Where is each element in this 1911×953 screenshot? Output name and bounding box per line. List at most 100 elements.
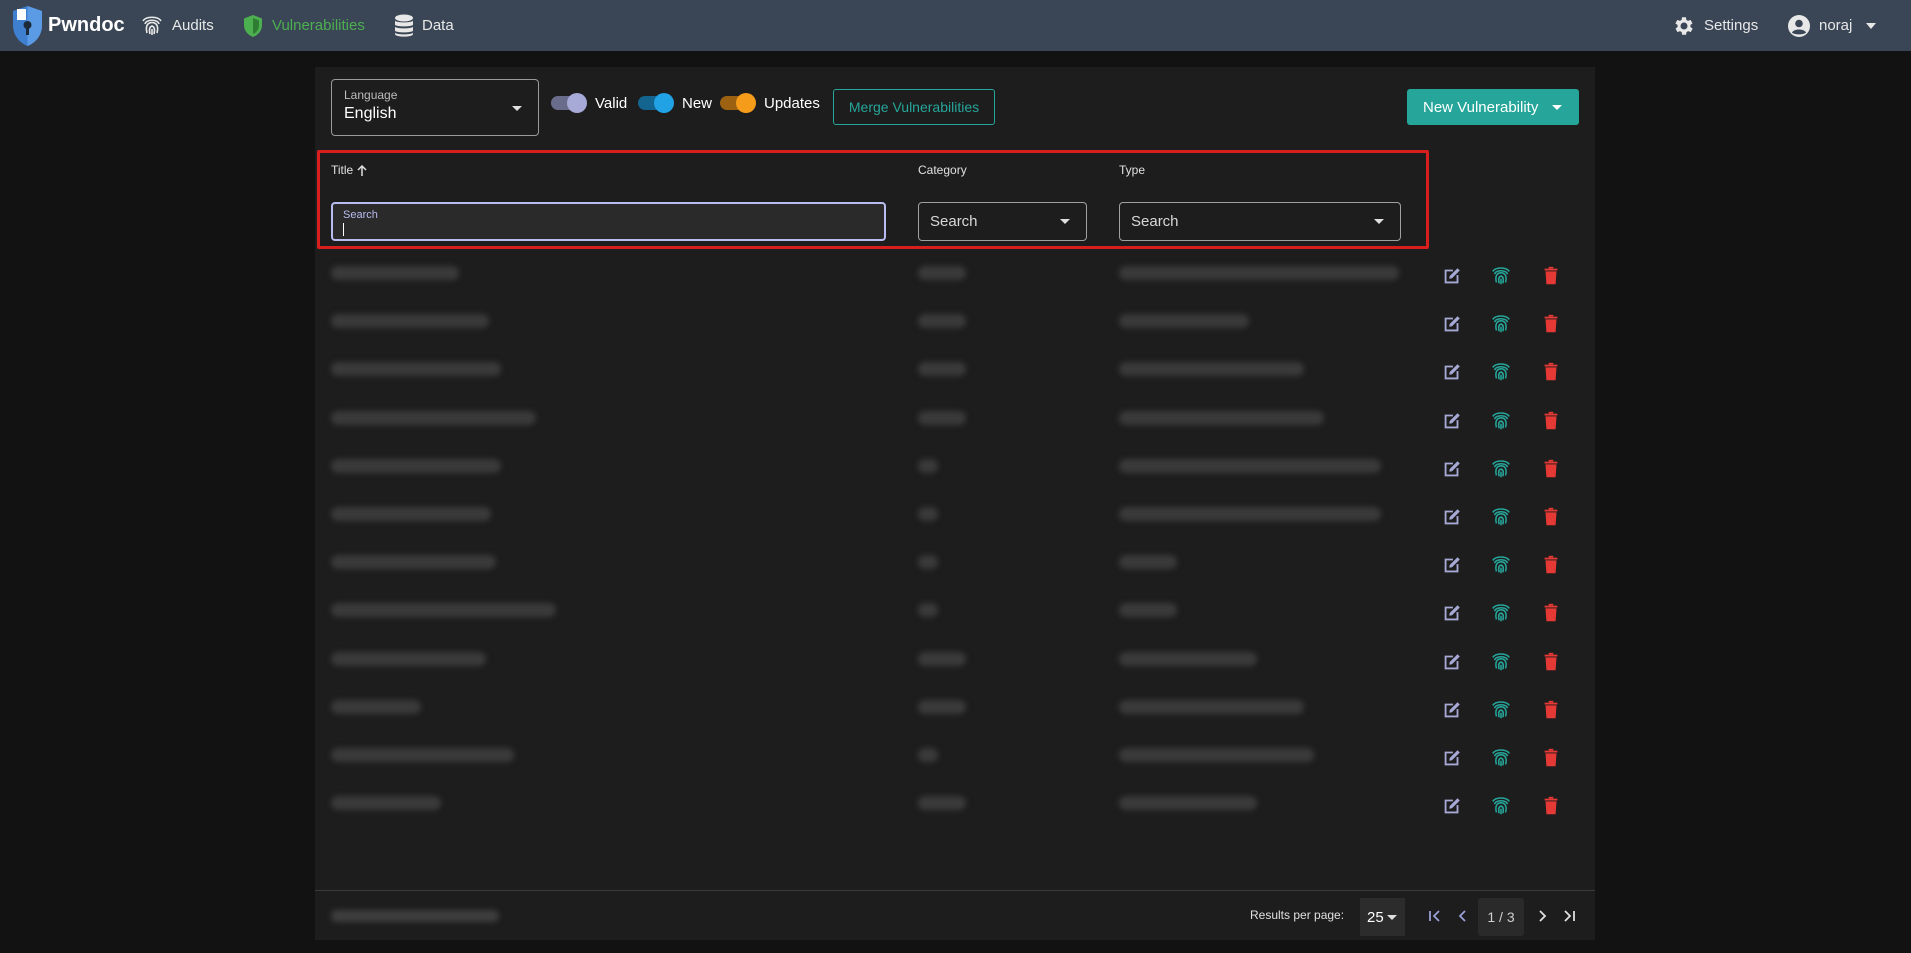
fingerprint-icon[interactable]	[1490, 795, 1512, 817]
last-page-button[interactable]	[1557, 904, 1581, 928]
title-cell-redacted	[331, 796, 441, 811]
delete-icon[interactable]	[1540, 747, 1562, 769]
category-cell-redacted	[918, 314, 966, 329]
edit-icon[interactable]	[1441, 265, 1463, 287]
nav-vulnerabilities-label: Vulnerabilities	[272, 17, 365, 34]
column-header-title[interactable]: Title	[331, 163, 367, 177]
edit-icon[interactable]	[1441, 313, 1463, 335]
toggle-new-label: New	[682, 94, 713, 112]
table-row	[315, 782, 1595, 827]
fingerprint-icon[interactable]	[1490, 313, 1512, 335]
edit-icon[interactable]	[1441, 602, 1463, 624]
category-cell-redacted	[918, 410, 966, 425]
chevron-down-icon	[1387, 915, 1397, 920]
nav-vulnerabilities[interactable]: Vulnerabilities	[242, 0, 365, 51]
category-cell-redacted	[918, 796, 966, 811]
table-row	[315, 589, 1595, 637]
title-search-input[interactable]: Search	[331, 202, 886, 241]
chevron-left-icon	[1458, 910, 1466, 922]
type-filter-select[interactable]: Search	[1119, 202, 1401, 241]
column-header-category[interactable]: Category	[918, 163, 967, 177]
fingerprint-icon[interactable]	[1490, 265, 1512, 287]
toggle-valid-label: Valid	[595, 94, 628, 112]
pwndoc-logo-icon	[13, 5, 42, 46]
delete-icon[interactable]	[1540, 410, 1562, 432]
toggle-new[interactable]: New	[638, 91, 712, 115]
fingerprint-icon[interactable]	[1490, 506, 1512, 528]
title-cell-redacted	[331, 603, 556, 618]
category-cell-redacted	[918, 507, 938, 521]
fingerprint-icon[interactable]	[1490, 747, 1512, 769]
chevron-down-icon	[1374, 219, 1384, 224]
delete-icon[interactable]	[1540, 602, 1562, 624]
fingerprint-icon[interactable]	[1490, 458, 1512, 480]
toggle-valid[interactable]: Valid	[551, 91, 627, 115]
fingerprint-icon[interactable]	[1490, 602, 1512, 624]
toggle-updates-switch[interactable]	[720, 93, 756, 113]
type-cell-redacted	[1119, 699, 1304, 714]
new-vulnerability-button[interactable]: New Vulnerability	[1407, 89, 1579, 125]
edit-icon[interactable]	[1441, 747, 1463, 769]
edit-icon[interactable]	[1441, 795, 1463, 817]
delete-icon[interactable]	[1540, 651, 1562, 673]
delete-icon[interactable]	[1540, 699, 1562, 721]
next-page-button[interactable]	[1531, 904, 1555, 928]
edit-icon[interactable]	[1441, 651, 1463, 673]
table-row	[315, 348, 1595, 396]
app-name: Pwndoc	[48, 14, 125, 36]
delete-icon[interactable]	[1540, 265, 1562, 287]
toggle-updates[interactable]: Updates	[720, 91, 820, 115]
table-row	[315, 734, 1595, 782]
nav-data[interactable]: Data	[394, 0, 454, 51]
edit-icon[interactable]	[1441, 458, 1463, 480]
delete-icon[interactable]	[1540, 554, 1562, 576]
nav-audits[interactable]: Audits	[140, 0, 214, 51]
type-cell-redacted	[1119, 314, 1249, 329]
delete-icon[interactable]	[1540, 795, 1562, 817]
vulnerabilities-card: Language English Valid New Updates Merge…	[315, 67, 1595, 940]
column-header-type[interactable]: Type	[1119, 163, 1145, 177]
title-cell-redacted	[331, 266, 459, 280]
fingerprint-icon[interactable]	[1490, 361, 1512, 383]
edit-icon[interactable]	[1441, 554, 1463, 576]
merge-vulnerabilities-button[interactable]: Merge Vulnerabilities	[833, 89, 995, 125]
fingerprint-icon[interactable]	[1490, 699, 1512, 721]
top-navbar: Pwndoc Audits Vulnerabilities Data Setti…	[0, 0, 1911, 51]
delete-icon[interactable]	[1540, 313, 1562, 335]
edit-icon[interactable]	[1441, 410, 1463, 432]
fingerprint-icon[interactable]	[1490, 410, 1512, 432]
title-cell-redacted	[331, 507, 491, 521]
toggle-updates-label: Updates	[764, 94, 820, 112]
edit-icon[interactable]	[1441, 506, 1463, 528]
nav-settings[interactable]: Settings	[1672, 0, 1758, 51]
nav-settings-label: Settings	[1704, 17, 1759, 34]
title-cell-redacted	[331, 748, 514, 762]
table-row	[315, 493, 1595, 541]
type-cell-redacted	[1119, 507, 1381, 521]
rows-per-page-select[interactable]: 25	[1360, 898, 1405, 936]
edit-icon[interactable]	[1441, 699, 1463, 721]
nav-audits-label: Audits	[172, 17, 214, 34]
chevron-down-icon	[1060, 219, 1070, 224]
fingerprint-icon[interactable]	[1490, 554, 1512, 576]
fingerprint-icon	[142, 15, 162, 35]
delete-icon[interactable]	[1540, 506, 1562, 528]
user-menu[interactable]: noraj	[1787, 0, 1884, 51]
delete-icon[interactable]	[1540, 361, 1562, 383]
table-row	[315, 252, 1595, 300]
chevron-down-icon	[1552, 104, 1563, 110]
type-filter-placeholder: Search	[1131, 213, 1179, 230]
delete-icon[interactable]	[1540, 458, 1562, 480]
brand[interactable]: Pwndoc	[11, 0, 125, 51]
type-cell-redacted	[1119, 796, 1257, 811]
language-select[interactable]: Language English	[331, 79, 539, 136]
fingerprint-icon[interactable]	[1490, 651, 1512, 673]
category-cell-redacted	[918, 458, 938, 473]
toggle-valid-switch[interactable]	[551, 93, 587, 113]
previous-page-button[interactable]	[1450, 904, 1474, 928]
first-page-button[interactable]	[1423, 904, 1447, 928]
category-filter-select[interactable]: Search	[918, 202, 1087, 241]
edit-icon[interactable]	[1441, 361, 1463, 383]
last-page-icon	[1564, 910, 1575, 922]
toggle-new-switch[interactable]	[638, 93, 674, 113]
